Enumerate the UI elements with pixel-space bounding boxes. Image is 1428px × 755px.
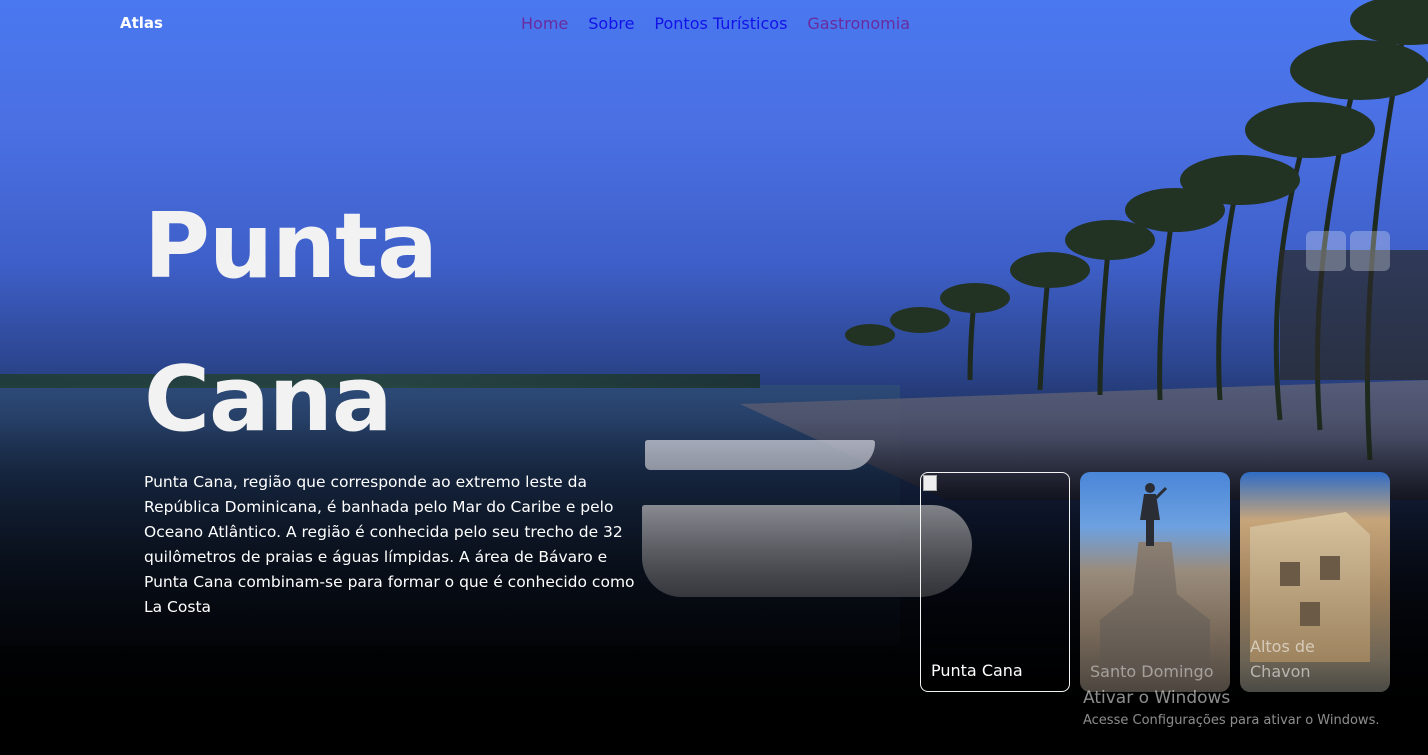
card-label: Punta Cana bbox=[931, 661, 1023, 680]
nav-link-sobre[interactable]: Sobre bbox=[588, 14, 634, 33]
main-nav: Home Sobre Pontos Turísticos Gastronomia bbox=[521, 14, 910, 33]
house-window bbox=[1320, 556, 1340, 580]
slider-card-santo-domingo[interactable]: Santo Domingo bbox=[1080, 472, 1230, 692]
card-label: Santo Domingo bbox=[1090, 662, 1214, 681]
hero-title: Punta Cana bbox=[144, 170, 564, 476]
nav-link-home[interactable]: Home bbox=[521, 14, 568, 33]
card-label: Altos de Chavon bbox=[1250, 637, 1315, 681]
nav-link-pontos-turisticos[interactable]: Pontos Turísticos bbox=[654, 14, 787, 33]
site-logo[interactable]: Atlas bbox=[120, 14, 163, 32]
hero-title-line-2: Cana bbox=[144, 347, 393, 452]
windows-activation-title: Ativar o Windows bbox=[1083, 688, 1231, 708]
monument-image bbox=[1100, 542, 1210, 672]
hero-description: Punta Cana, região que corresponde ao ex… bbox=[144, 473, 635, 616]
slider-next-button[interactable] bbox=[1350, 231, 1390, 271]
statue-image bbox=[1140, 483, 1168, 546]
windows-activation-subtitle: Acesse Configurações para ativar o Windo… bbox=[1083, 713, 1380, 728]
hero-title-line-1: Punta bbox=[144, 194, 438, 299]
slider-card-altos-de-chavon[interactable]: Altos de Chavon bbox=[1240, 472, 1390, 692]
house-window bbox=[1300, 602, 1320, 626]
broken-image-icon bbox=[923, 475, 937, 491]
page: Atlas Home Sobre Pontos Turísticos Gastr… bbox=[0, 0, 1428, 755]
house-window bbox=[1280, 562, 1300, 586]
slider-card-punta-cana[interactable]: Punta Cana bbox=[920, 472, 1070, 692]
slider-prev-button[interactable] bbox=[1306, 231, 1346, 271]
nav-link-gastronomia[interactable]: Gastronomia bbox=[807, 14, 910, 33]
